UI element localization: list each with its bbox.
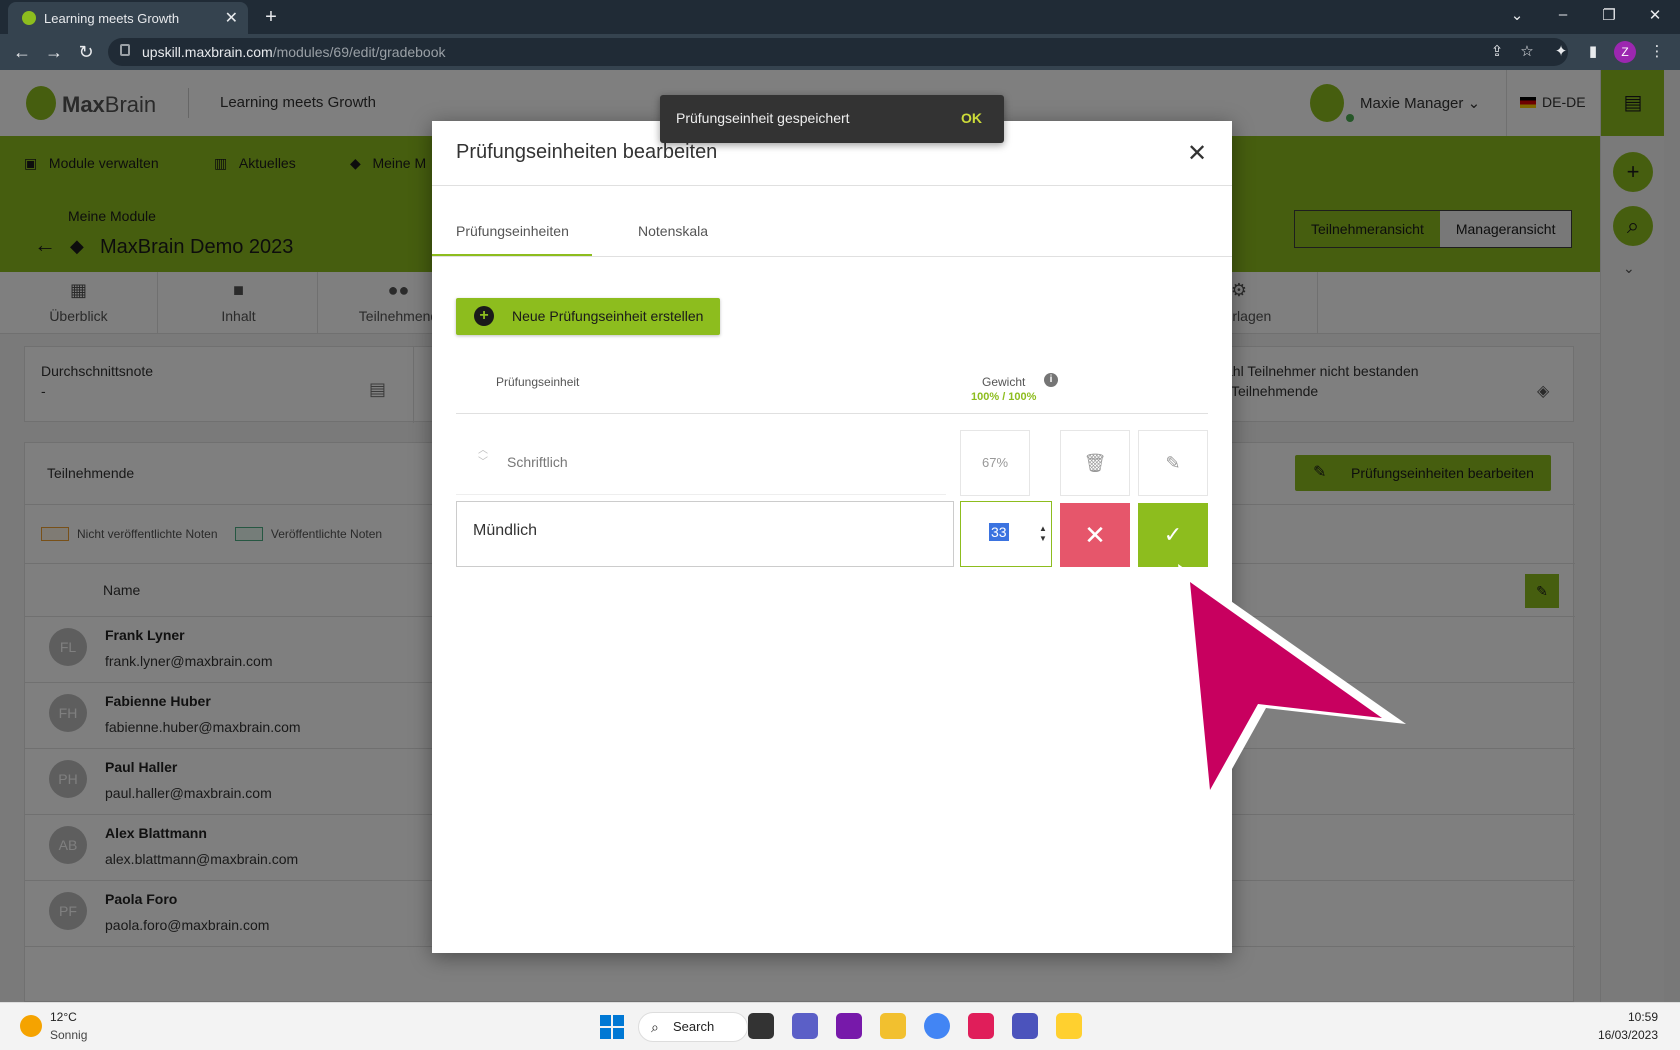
- restore-button[interactable]: ❐: [1594, 6, 1624, 24]
- delete-icon[interactable]: 🗑: [1060, 430, 1130, 496]
- windows-taskbar: 12°C Sonnig ⌕ Search 10:59 16/03/2023: [0, 1002, 1680, 1050]
- button-label: Neue Prüfungseinheit erstellen: [512, 308, 704, 324]
- exam-unit-name-input[interactable]: Mündlich: [456, 501, 954, 567]
- address-bar[interactable]: upskill.maxbrain.com/modules/69/edit/gra…: [108, 38, 1568, 66]
- new-exam-unit-button[interactable]: + Neue Prüfungseinheit erstellen: [456, 298, 720, 335]
- windows-start-icon[interactable]: [600, 1015, 624, 1039]
- forward-icon[interactable]: →: [42, 42, 66, 63]
- dialog-header-divider: [432, 185, 1232, 186]
- url-host: upskill.maxbrain.com: [142, 44, 273, 60]
- reorder-handle-icon[interactable]: ︿ ﹀: [478, 445, 488, 469]
- tabs-divider: [432, 256, 1232, 257]
- slack-icon[interactable]: [968, 1013, 994, 1039]
- weight-value: 33: [989, 523, 1009, 541]
- snackbar: Prüfungseinheit gespeichert OK: [660, 95, 1004, 143]
- search-icon: ⌕: [651, 1019, 659, 1035]
- browser-tab-bar: Learning meets Growth ✕ + ⌄ – ❐ ✕: [0, 0, 1680, 34]
- snackbar-message: Prüfungseinheit gespeichert: [676, 110, 850, 126]
- taskbar-search[interactable]: ⌕ Search: [638, 1012, 748, 1042]
- teams-icon[interactable]: [1012, 1013, 1038, 1039]
- spinner-arrows-icon[interactable]: ▲ ▼: [1039, 524, 1047, 544]
- tab-exam-units[interactable]: Prüfungseinheiten: [456, 223, 569, 239]
- side-panel-icon[interactable]: ▮: [1582, 42, 1604, 60]
- snackbar-ok-button[interactable]: OK: [961, 110, 982, 126]
- close-window-button[interactable]: ✕: [1640, 6, 1670, 24]
- menu-dots-icon[interactable]: ⋮: [1646, 42, 1668, 60]
- exam-unit-column-header: Prüfungseinheit: [496, 375, 580, 389]
- close-tab-icon[interactable]: ✕: [225, 8, 238, 28]
- clock-date: 16/03/2023: [1597, 1028, 1658, 1042]
- search-label: Search: [673, 1019, 715, 1034]
- miro-icon[interactable]: [1056, 1013, 1082, 1039]
- task-view-icon[interactable]: [748, 1013, 774, 1039]
- weather-description: Sonnig: [50, 1028, 88, 1042]
- reload-icon[interactable]: ↻: [74, 42, 98, 63]
- edit-pencil-icon[interactable]: ✎: [1138, 430, 1208, 496]
- onenote-icon[interactable]: [836, 1013, 862, 1039]
- weather-temperature: 12°C: [50, 1010, 77, 1024]
- address-toolbar: ← → ↻ upskill.maxbrain.com/modules/69/ed…: [0, 34, 1680, 70]
- table-header-divider: [456, 413, 1208, 414]
- favicon-icon: [22, 11, 36, 25]
- info-icon[interactable]: i: [1044, 373, 1058, 387]
- plus-circle-icon: +: [474, 306, 494, 326]
- weight-column-header: Gewicht: [982, 375, 1026, 389]
- weight-input[interactable]: 33 ▲ ▼: [960, 501, 1052, 567]
- browser-tab[interactable]: Learning meets Growth ✕: [8, 2, 248, 34]
- back-icon[interactable]: ←: [10, 42, 34, 63]
- close-icon[interactable]: ✕: [1182, 139, 1212, 168]
- weight-total: 100% / 100%: [971, 391, 1037, 403]
- dialog-title: Prüfungseinheiten bearbeiten: [456, 141, 718, 163]
- share-icon[interactable]: ⇪: [1486, 42, 1508, 60]
- clock-time: 10:59: [1627, 1010, 1658, 1024]
- exam-unit-weight: 67%: [960, 430, 1030, 496]
- edit-exam-units-dialog: Prüfungseinheiten bearbeiten ✕ Prüfungse…: [432, 121, 1232, 953]
- tab-title: Learning meets Growth: [44, 11, 180, 26]
- cancel-button[interactable]: ✕: [1060, 503, 1130, 567]
- minimize-button[interactable]: –: [1548, 6, 1578, 23]
- save-button[interactable]: ✓: [1138, 503, 1208, 567]
- extensions-icon[interactable]: ✦: [1550, 42, 1572, 60]
- row-divider: [456, 494, 946, 495]
- tab-search-icon[interactable]: ⌄: [1502, 6, 1532, 24]
- url-path: /modules/69/edit/gradebook: [272, 44, 446, 60]
- new-tab-button[interactable]: +: [258, 4, 284, 30]
- teams-chat-icon[interactable]: [792, 1013, 818, 1039]
- bookmark-star-icon[interactable]: ☆: [1516, 42, 1538, 60]
- tab-grade-scale[interactable]: Notenskala: [638, 223, 708, 239]
- profile-avatar[interactable]: Z: [1614, 41, 1636, 63]
- exam-unit-name: Schriftlich: [507, 454, 568, 470]
- chrome-icon[interactable]: [924, 1013, 950, 1039]
- pointer-arrow-icon: [1178, 564, 1406, 812]
- lock-icon: [120, 44, 130, 56]
- sun-icon[interactable]: [20, 1015, 42, 1037]
- file-explorer-icon[interactable]: [880, 1013, 906, 1039]
